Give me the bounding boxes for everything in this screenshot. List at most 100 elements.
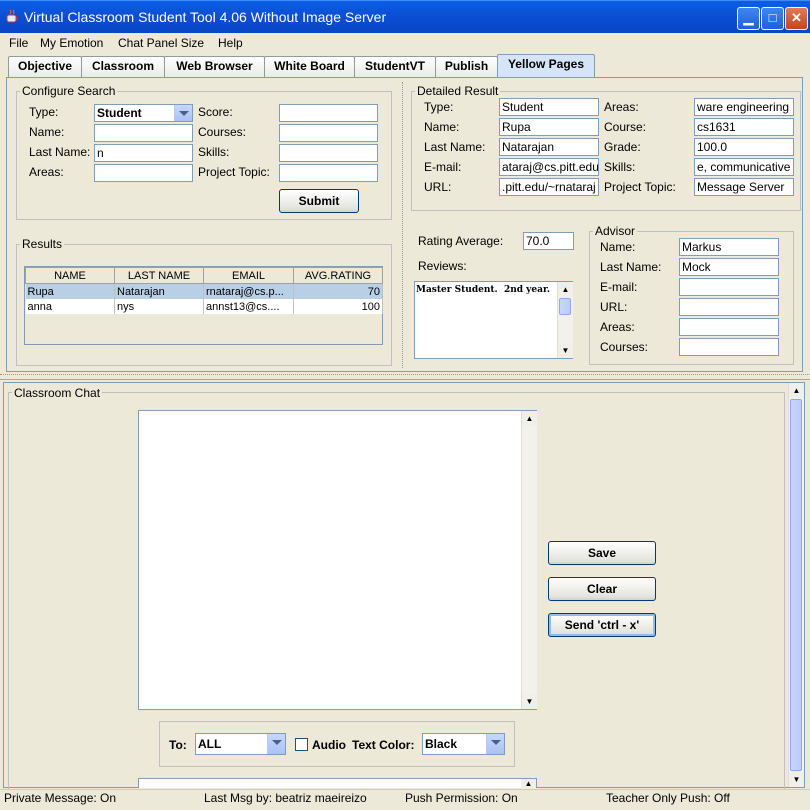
title-bar[interactable]: Virtual Classroom Student Tool 4.06 With…	[0, 0, 810, 33]
cell-name: Rupa	[25, 283, 115, 299]
tab-classroom[interactable]: Classroom	[81, 56, 165, 77]
detail-course-label: Course:	[604, 120, 647, 134]
classroom-chat-title: Classroom Chat	[12, 386, 103, 400]
reviews-textarea[interactable]: Master Student. 2nd year. ▲ ▼	[414, 281, 573, 359]
to-label: To:	[169, 738, 187, 752]
tab-studentvt[interactable]: StudentVT	[354, 56, 436, 77]
rating-average-field[interactable]: 70.0	[523, 232, 574, 250]
column-header-last-name[interactable]: LAST NAME	[114, 267, 204, 284]
tab-yellow-pages[interactable]: Yellow Pages	[497, 54, 595, 77]
advisor-courses-field[interactable]	[679, 338, 779, 356]
detail-skills-field[interactable]: e, communicative	[694, 158, 794, 176]
results-header-row: NAME LAST NAME EMAIL AVG.RATING	[25, 267, 383, 284]
reviews-text: Master Student. 2nd year.	[416, 285, 551, 295]
advisor-courses-label: Courses:	[600, 340, 649, 354]
courses-input[interactable]	[279, 124, 378, 142]
tab-publish[interactable]: Publish	[435, 56, 498, 77]
advisor-email-label: E-mail:	[600, 280, 638, 294]
scroll-down-icon[interactable]: ▼	[789, 772, 804, 787]
menu-help[interactable]: Help	[218, 36, 243, 50]
advisor-title: Advisor	[593, 224, 638, 238]
menu-my-emotion[interactable]: My Emotion	[40, 36, 103, 50]
cell-email: rnataraj@cs.p...	[203, 283, 294, 299]
scroll-down-icon[interactable]: ▼	[558, 343, 573, 358]
close-button[interactable]: ✕	[785, 7, 808, 30]
send-button[interactable]: Send 'ctrl - x'	[548, 613, 656, 637]
configure-search-title: Configure Search	[20, 84, 118, 98]
split-divider[interactable]	[0, 374, 810, 380]
tab-web-browser[interactable]: Web Browser	[164, 56, 265, 77]
chevron-down-icon	[267, 734, 285, 754]
detail-grade-label: Grade:	[604, 140, 641, 154]
tab-objective[interactable]: Objective	[8, 56, 82, 77]
private-message-status: Private Message: On	[4, 791, 117, 805]
column-header-name[interactable]: NAME	[25, 267, 115, 284]
cell-avg-rating: 70	[293, 283, 383, 299]
text-color-select-value: Black	[425, 737, 458, 751]
text-color-select[interactable]: Black	[422, 733, 505, 755]
detail-grade-field[interactable]: 100.0	[694, 138, 794, 156]
audio-label: Audio	[312, 738, 346, 752]
rating-average-label: Rating Average:	[418, 234, 504, 248]
table-row[interactable]: Rupa Natarajan rnataraj@cs.p... 70	[25, 283, 383, 299]
submit-button[interactable]: Submit	[279, 189, 359, 213]
detail-course-field[interactable]: cs1631	[694, 118, 794, 136]
chat-pane-scrollbar[interactable]: ▲ ▼	[788, 383, 804, 787]
cell-email: annst13@cs....	[203, 299, 294, 314]
advisor-url-field[interactable]	[679, 298, 779, 316]
score-label: Score:	[198, 105, 233, 119]
advisor-name-field[interactable]: Markus	[679, 238, 779, 256]
scroll-up-icon[interactable]: ▲	[521, 779, 536, 789]
table-row[interactable]: anna nys annst13@cs.... 100	[25, 299, 383, 314]
minimize-button[interactable]: ▁	[737, 7, 760, 30]
message-input-area[interactable]: ▲	[138, 778, 537, 789]
skills-input[interactable]	[279, 144, 378, 162]
tab-white-board[interactable]: White Board	[264, 56, 355, 77]
detail-last-name-field[interactable]: Natarajan	[499, 138, 599, 156]
detail-type-label: Type:	[424, 100, 454, 114]
to-select[interactable]: ALL	[195, 733, 286, 755]
advisor-areas-field[interactable]	[679, 318, 779, 336]
cell-last-name: nys	[114, 299, 204, 314]
detail-email-field[interactable]: ataraj@cs.pitt.edu	[499, 158, 599, 176]
menu-file[interactable]: File	[9, 36, 28, 50]
column-header-avg-rating[interactable]: AVG.RATING	[293, 267, 383, 284]
advisor-last-name-field[interactable]: Mock	[679, 258, 779, 276]
audio-checkbox[interactable]	[295, 738, 308, 751]
maximize-button[interactable]: □	[761, 7, 784, 30]
clear-button[interactable]: Clear	[548, 577, 656, 601]
chat-display-scrollbar[interactable]: ▲ ▼	[521, 411, 537, 709]
scroll-thumb[interactable]	[790, 399, 802, 771]
areas-input[interactable]	[94, 164, 193, 182]
score-input[interactable]	[279, 104, 378, 122]
window-title: Virtual Classroom Student Tool 4.06 With…	[24, 9, 387, 25]
scroll-thumb[interactable]	[559, 298, 571, 315]
chat-display-area[interactable]: ▲ ▼	[138, 410, 537, 710]
detail-name-field[interactable]: Rupa	[499, 118, 599, 136]
detail-areas-field[interactable]: ware engineering	[694, 98, 794, 116]
detail-project-topic-field[interactable]: Message Server	[694, 178, 794, 196]
detail-url-field[interactable]: .pitt.edu/~rnataraj	[499, 178, 599, 196]
save-button[interactable]: Save	[548, 541, 656, 565]
name-input[interactable]	[94, 124, 193, 142]
detail-type-field[interactable]: Student	[499, 98, 599, 116]
detail-project-topic-label: Project Topic:	[604, 180, 676, 194]
cell-avg-rating: 100	[293, 299, 383, 314]
detail-url-label: URL:	[424, 180, 452, 194]
advisor-email-field[interactable]	[679, 278, 779, 296]
reviews-scrollbar[interactable]: ▲ ▼	[557, 282, 573, 358]
scroll-down-icon[interactable]: ▼	[522, 694, 537, 709]
scroll-up-icon[interactable]: ▲	[789, 383, 804, 398]
scroll-up-icon[interactable]: ▲	[558, 282, 573, 297]
last-name-input[interactable]: n	[94, 144, 193, 162]
chevron-down-icon	[174, 105, 192, 121]
split-divider[interactable]	[402, 82, 405, 368]
scroll-up-icon[interactable]: ▲	[522, 411, 537, 426]
type-label: Type:	[29, 105, 59, 119]
column-header-email[interactable]: EMAIL	[203, 267, 294, 284]
menu-chat-panel-size[interactable]: Chat Panel Size	[118, 36, 204, 50]
project-topic-input[interactable]	[279, 164, 378, 182]
last-name-label: Last Name:	[29, 145, 91, 159]
type-select[interactable]: Student	[94, 104, 193, 122]
areas-label: Areas:	[29, 165, 64, 179]
